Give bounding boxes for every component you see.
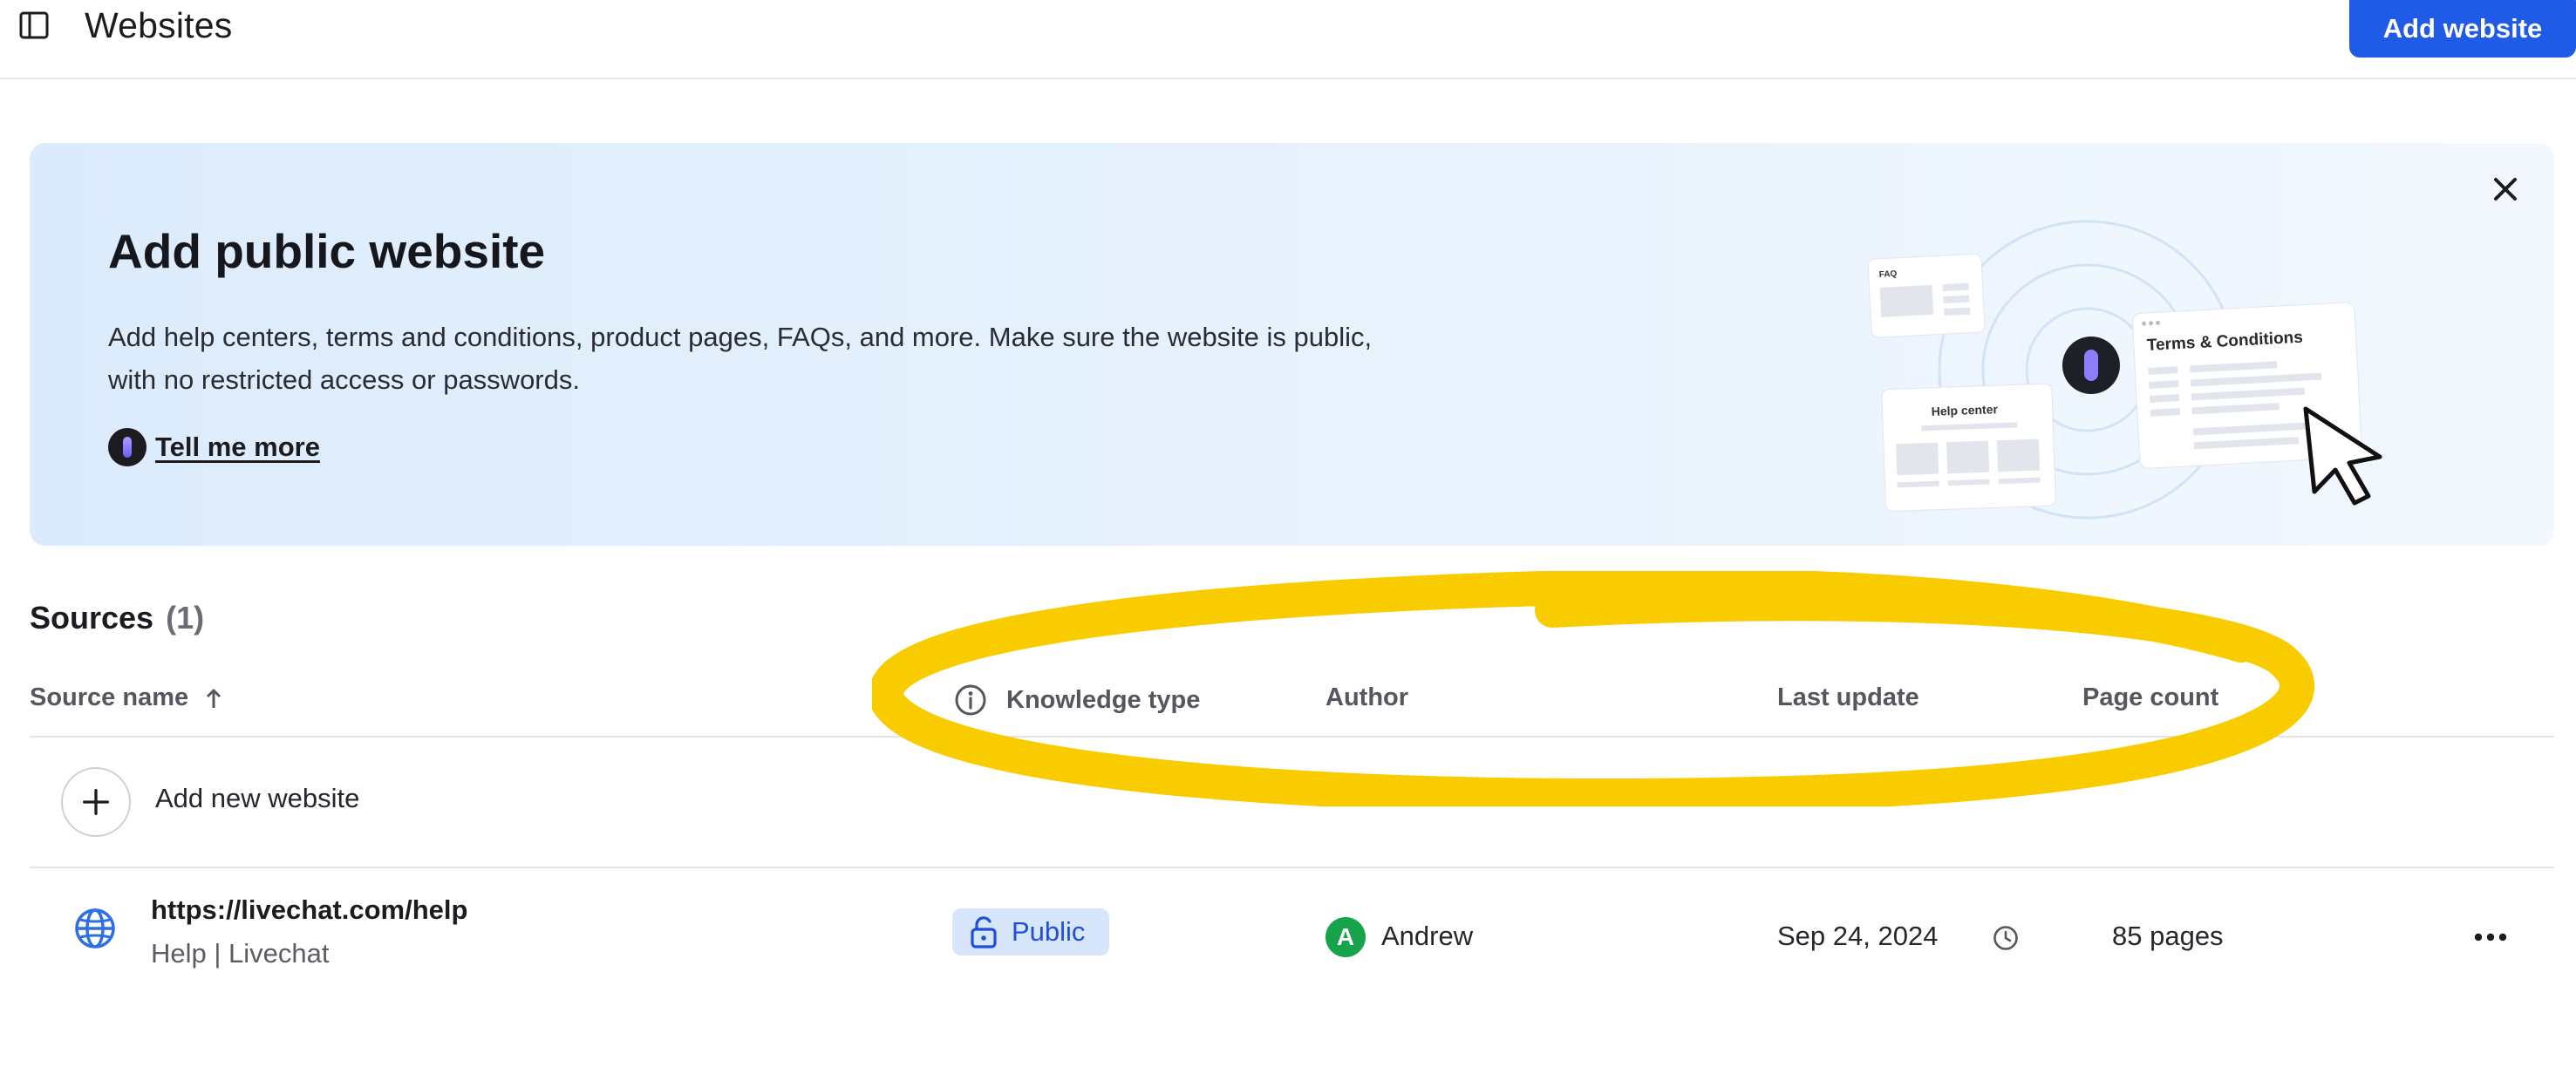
sources-table-header: Source name Knowledge type Author Last u…	[30, 671, 2554, 738]
last-update-date: Sep 24, 2024	[1777, 921, 1939, 951]
close-icon[interactable]	[2485, 169, 2525, 209]
faq-card-label: FAQ	[1879, 269, 1898, 280]
clock-icon[interactable]	[1992, 924, 2020, 952]
add-public-website-banner: Add public website Add help centers, ter…	[30, 143, 2554, 546]
sources-count: (1)	[166, 600, 205, 636]
add-website-button[interactable]: Add website	[2349, 0, 2576, 58]
arrow-up-icon	[207, 689, 221, 708]
lock-open-icon	[971, 916, 997, 948]
column-header-last-update: Last update	[1777, 683, 1919, 711]
sources-heading-label: Sources	[30, 600, 154, 636]
column-header-source-name[interactable]: Source name	[30, 683, 223, 712]
page-count: 85 pages	[2112, 921, 2224, 951]
plus-icon[interactable]	[61, 767, 131, 837]
add-new-website-row[interactable]: Add new website	[30, 738, 2554, 868]
help-center-card-label: Help center	[1931, 402, 1998, 418]
knowledge-type-label: Public	[1012, 916, 1086, 947]
knowledge-type-badge: Public	[952, 908, 1110, 955]
source-url[interactable]: https://livechat.com/help	[151, 894, 467, 926]
sources-heading: Sources (1)	[30, 600, 204, 636]
table-row[interactable]: https://livechat.com/help Help | Livecha…	[30, 868, 2554, 999]
avatar: A	[1325, 917, 1366, 957]
add-new-website-label: Add new website	[155, 783, 360, 813]
column-header-author: Author	[1325, 683, 1409, 711]
sidebar-toggle-icon[interactable]	[19, 10, 49, 40]
globe-icon	[75, 908, 115, 948]
banner-illustration: FAQ Help center Terms & Conditions	[1867, 220, 2382, 520]
column-header-page-count: Page count	[2082, 683, 2219, 711]
page-title: Websites	[85, 5, 233, 45]
tell-me-more-label: Tell me more	[155, 432, 320, 462]
column-header-knowledge-type-label: Knowledge type	[1006, 685, 1201, 714]
column-header-knowledge-type: Knowledge type	[954, 683, 1200, 717]
help-center-card: Help center	[1881, 383, 2056, 512]
source-subtitle: Help | Livechat	[151, 938, 330, 969]
info-icon[interactable]	[954, 683, 987, 717]
author-name: Andrew	[1381, 921, 1474, 951]
banner-description: Add help centers, terms and conditions, …	[108, 322, 1373, 395]
banner-title: Add public website	[108, 224, 546, 278]
column-header-source-name-label: Source name	[30, 683, 189, 711]
more-horizontal-icon[interactable]	[2466, 915, 2515, 959]
tell-me-more-link[interactable]: Tell me more	[108, 427, 320, 467]
faq-card: FAQ	[1867, 253, 1986, 338]
ai-assistant-icon	[108, 428, 147, 466]
page-header: Websites Add website	[0, 0, 2576, 79]
